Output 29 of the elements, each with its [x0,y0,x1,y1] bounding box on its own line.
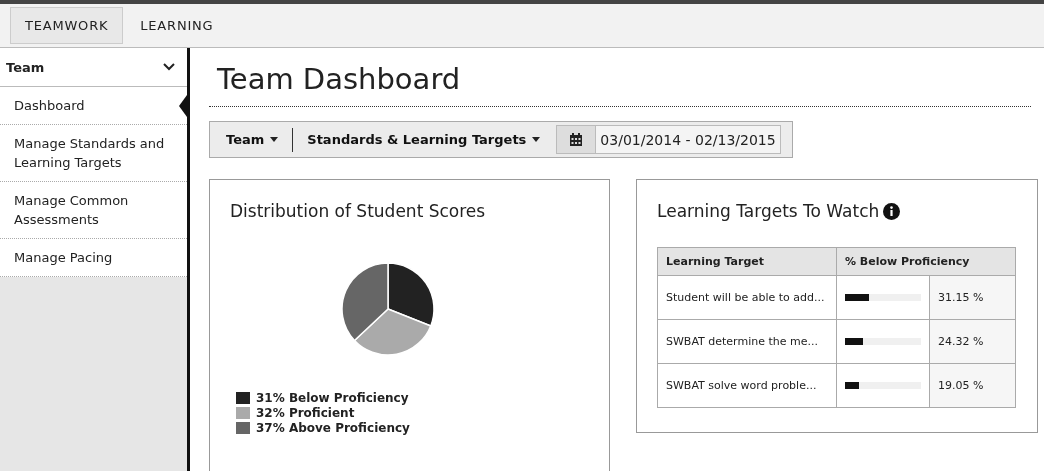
column-header: Learning Target [657,247,837,276]
info-icon[interactable] [883,202,901,220]
nav-tab[interactable]: LEARNING [125,7,229,44]
card-title: Learning Targets To Watch [657,201,880,221]
nav-tab[interactable]: TEAMWORK [10,7,124,44]
table-cell: 31.15 % [929,275,1016,320]
chevron-icon [163,63,175,71]
standards-dropdown[interactable]: Standards & Learning Targets [297,126,551,153]
table-cell: 24.32 % [929,319,1016,364]
caret-icon [532,137,541,142]
sidebar-item[interactable]: Manage Pacing [0,239,187,277]
page-title: Team Dashboard [209,62,1031,107]
calendar-icon [569,132,584,147]
legend-label: 32% Proficient [256,406,355,420]
team-dropdown[interactable]: Team [216,126,289,153]
caret-icon [270,137,279,142]
table-cell: 19.05 % [929,363,1016,408]
legend-label: 37% Above Proficiency [256,421,410,435]
sidebar-item[interactable]: Dashboard [0,87,187,125]
column-header: % Below Proficiency [836,247,1016,276]
sidebar-section-header[interactable]: Team [0,48,187,87]
table-cell: Student will be able to add... [657,275,837,320]
table-cell: SWBAT determine the me... [657,319,837,364]
legend-label: 31% Below Proficiency [256,391,409,405]
date-range-field[interactable]: 03/01/2014 - 02/13/2015 [556,125,781,154]
table-cell: SWBAT solve word proble... [657,363,837,408]
sidebar-item[interactable]: Manage Common Assessments [0,182,187,239]
sidebar-item[interactable]: Manage Standards and Learning Targets [0,125,187,182]
card-title: Distribution of Student Scores [230,201,487,221]
